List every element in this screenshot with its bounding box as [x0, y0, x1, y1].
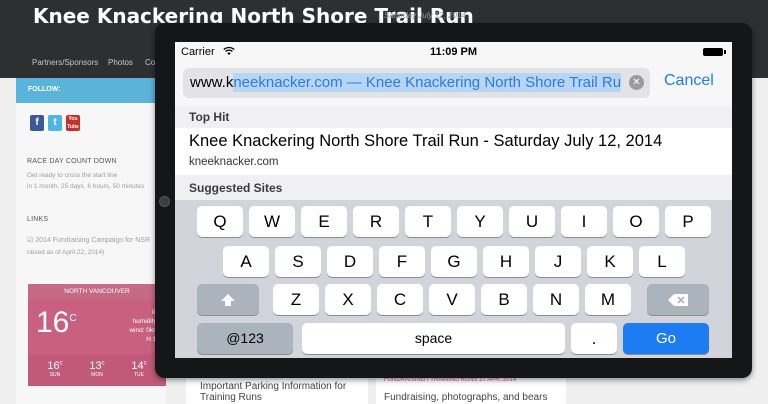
- camera-icon: [159, 196, 170, 207]
- backspace-icon: [668, 294, 688, 306]
- forecast-day: 16c SUN: [47, 360, 63, 378]
- numbers-key[interactable]: @123: [197, 323, 293, 354]
- key-e[interactable]: E: [301, 206, 347, 237]
- forecast-day: 13c MON: [89, 360, 105, 378]
- key-c[interactable]: C: [377, 284, 423, 315]
- autocomplete-selection: neeknacker.com — Knee Knackering North S…: [233, 73, 622, 92]
- weather-widget: NORTH VANCOUVER 16C light humidity: 1 wi…: [28, 284, 166, 386]
- space-key[interactable]: space: [302, 323, 565, 354]
- post-title[interactable]: Fundraising, photographs, and bears: [384, 392, 547, 403]
- status-bar: Carrier 11:09 PM: [175, 42, 732, 62]
- key-l[interactable]: L: [639, 246, 685, 277]
- suggested-heading: Suggested Sites: [189, 181, 283, 195]
- period-key[interactable]: .: [571, 323, 617, 354]
- cancel-button[interactable]: Cancel: [664, 72, 714, 90]
- key-k[interactable]: K: [587, 246, 633, 277]
- countdown-line1: Get ready to cross the start line: [27, 172, 118, 179]
- countdown-heading: RACE DAY COUNT DOWN: [27, 158, 117, 165]
- key-o[interactable]: O: [613, 206, 659, 237]
- key-p[interactable]: P: [665, 206, 711, 237]
- address-text[interactable]: www.kneeknacker.com — Knee Knackering No…: [190, 73, 622, 92]
- key-m[interactable]: M: [585, 284, 631, 315]
- youtube-icon[interactable]: You Tube: [66, 115, 80, 131]
- clear-icon[interactable]: ✕: [629, 75, 644, 90]
- site-date: Saturday July 12, 2014: [384, 11, 466, 20]
- facebook-icon[interactable]: f: [30, 115, 44, 131]
- key-h[interactable]: H: [483, 246, 529, 277]
- key-y[interactable]: Y: [457, 206, 503, 237]
- link-fundraising-sub: raised as of April 22, 2014): [27, 249, 105, 256]
- status-time: 11:09 PM: [429, 46, 478, 58]
- key-v[interactable]: V: [429, 284, 475, 315]
- nav-item-partners[interactable]: Partners/Sponsors: [32, 58, 98, 67]
- key-n[interactable]: N: [533, 284, 579, 315]
- key-t[interactable]: T: [405, 206, 451, 237]
- countdown-line2: in 1 month, 25 days, 6 hours, 50 minutes: [27, 183, 145, 190]
- forecast-day: 14c TUE: [131, 360, 147, 378]
- key-s[interactable]: S: [275, 246, 321, 277]
- shift-key[interactable]: [197, 284, 259, 315]
- keyboard: Q W E R T Y U I O P A S D F G H J K L Z …: [175, 200, 732, 358]
- top-hit-heading: Top Hit: [189, 110, 230, 124]
- key-w[interactable]: W: [249, 206, 295, 237]
- key-b[interactable]: B: [481, 284, 527, 315]
- weather-forecast: 16c SUN 13c MON 14c TUE: [28, 354, 166, 386]
- twitter-icon[interactable]: t: [48, 115, 62, 131]
- key-z[interactable]: Z: [273, 284, 319, 315]
- post-title[interactable]: Important Parking Information for Trainin…: [200, 381, 346, 403]
- battery-icon: [703, 48, 726, 56]
- key-r[interactable]: R: [353, 206, 399, 237]
- links-heading: LINKS: [27, 216, 49, 223]
- safari-toolbar: www.kneeknacker.com — Knee Knackering No…: [175, 62, 732, 107]
- key-g[interactable]: G: [431, 246, 477, 277]
- go-button[interactable]: Go: [623, 323, 709, 354]
- address-bar[interactable]: www.kneeknacker.com — Knee Knackering No…: [183, 68, 650, 98]
- key-a[interactable]: A: [223, 246, 269, 277]
- link-fundraising[interactable]: ☑ 2014 Fundraising Campaign for NSR: [27, 236, 150, 244]
- shift-icon: [221, 294, 235, 306]
- key-x[interactable]: X: [325, 284, 371, 315]
- key-j[interactable]: J: [535, 246, 581, 277]
- weather-temp: 16C: [36, 306, 77, 339]
- nav-item-photos[interactable]: Photos: [108, 58, 133, 67]
- nav-item-co[interactable]: Co: [145, 58, 155, 67]
- key-u[interactable]: U: [509, 206, 555, 237]
- key-d[interactable]: D: [327, 246, 373, 277]
- key-q[interactable]: Q: [197, 206, 243, 237]
- follow-label: FOLLOW:: [28, 86, 61, 93]
- key-i[interactable]: I: [561, 206, 607, 237]
- weather-location: NORTH VANCOUVER: [28, 284, 166, 300]
- top-hit-title[interactable]: Knee Knackering North Shore Trail Run - …: [189, 132, 662, 151]
- ipad-screen: Carrier 11:09 PM www.kneeknacker.com — K…: [175, 42, 732, 358]
- suggested-header: Suggested Sites: [175, 175, 732, 200]
- backspace-key[interactable]: [647, 284, 709, 315]
- top-hit-url[interactable]: kneeknacker.com: [189, 156, 279, 168]
- key-f[interactable]: F: [379, 246, 425, 277]
- top-hit-header: Top Hit: [175, 106, 732, 128]
